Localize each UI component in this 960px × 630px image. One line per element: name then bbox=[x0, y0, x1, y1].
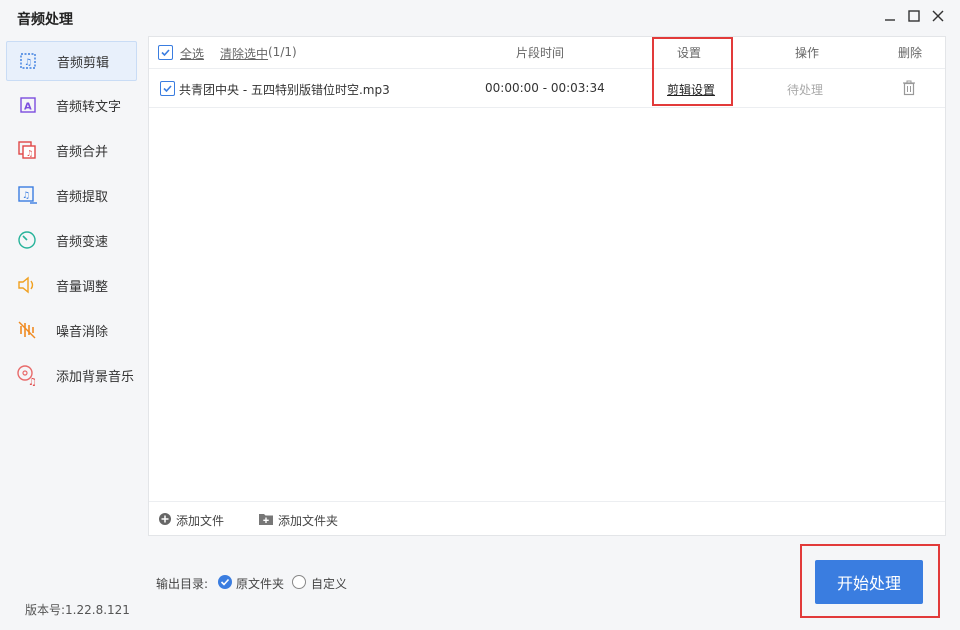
sidebar-item-volume[interactable]: 音量调整 bbox=[6, 266, 135, 304]
table-header: 全选 清除选中 (1/1) 片段时间 设置 操作 删除 bbox=[149, 37, 945, 69]
status-label: 待处理 bbox=[787, 83, 824, 97]
option-original-folder[interactable]: 原文件夹 bbox=[236, 575, 284, 592]
sidebar-item-label: 音频变速 bbox=[56, 235, 109, 250]
select-all-checkbox[interactable] bbox=[158, 45, 173, 60]
sidebar-item-label: 噪音消除 bbox=[56, 325, 109, 340]
check-icon bbox=[220, 578, 230, 586]
sidebar: ♫ 音频剪辑 A 音频转文字 ♫ 音频合并 ♫ 音频提取 音频变速 音量调整 噪… bbox=[0, 36, 146, 630]
row-checkbox[interactable] bbox=[160, 81, 175, 96]
sidebar-item-audio-merge[interactable]: ♫ 音频合并 bbox=[6, 131, 135, 169]
start-processing-button[interactable]: 开始处理 bbox=[815, 560, 923, 604]
trash-icon[interactable] bbox=[902, 80, 916, 96]
sidebar-item-label: 音量调整 bbox=[56, 280, 109, 295]
sidebar-item-label: 音频剪辑 bbox=[57, 56, 110, 71]
add-folder-icon bbox=[259, 514, 273, 525]
file-list-panel: 全选 清除选中 (1/1) 片段时间 设置 操作 删除 共青团中央 - 五四特别… bbox=[148, 36, 946, 536]
cut-settings-link[interactable]: 剪辑设置 bbox=[667, 81, 715, 98]
audio-to-text-icon: A bbox=[20, 97, 36, 113]
sidebar-item-audio-speed[interactable]: 音频变速 bbox=[6, 221, 135, 259]
column-header-operation: 操作 bbox=[795, 46, 820, 60]
check-icon bbox=[161, 49, 170, 57]
app-title: 音频处理 bbox=[17, 12, 73, 28]
panel-toolbar: 添加文件 添加文件夹 bbox=[149, 501, 945, 536]
sidebar-item-label: 音频提取 bbox=[56, 190, 109, 205]
svg-text:♫: ♫ bbox=[22, 191, 30, 201]
minimize-icon[interactable] bbox=[882, 8, 898, 24]
svg-text:A: A bbox=[24, 102, 32, 113]
file-name: 共青团中央 - 五四特别版错位时空.mp3 bbox=[179, 83, 390, 97]
audio-speed-icon bbox=[18, 231, 36, 249]
version-label: 版本号:1.22.8.121 bbox=[25, 603, 130, 617]
background-music-icon: ♫ bbox=[17, 365, 37, 386]
clear-selected-link[interactable]: 清除选中 bbox=[220, 45, 268, 62]
sidebar-item-audio-extract[interactable]: ♫ 音频提取 bbox=[6, 176, 135, 214]
sidebar-item-label: 添加背景音乐 bbox=[56, 370, 135, 385]
close-icon[interactable] bbox=[930, 8, 946, 24]
add-folder-button[interactable]: 添加文件夹 bbox=[278, 512, 338, 529]
sidebar-item-label: 音频转文字 bbox=[56, 100, 122, 115]
noise-removal-icon bbox=[18, 321, 36, 339]
svg-text:♫: ♫ bbox=[24, 58, 32, 68]
selection-count: (1/1) bbox=[268, 45, 297, 59]
column-header-delete: 删除 bbox=[898, 46, 923, 60]
title-bar: 音频处理 bbox=[0, 0, 960, 34]
svg-text:♫: ♫ bbox=[26, 149, 33, 158]
segment-time: 00:00:00 - 00:03:34 bbox=[485, 81, 605, 95]
add-file-button[interactable]: 添加文件 bbox=[176, 512, 224, 529]
radio-custom[interactable] bbox=[292, 575, 306, 589]
output-label: 输出目录: bbox=[156, 577, 209, 591]
add-circle-icon bbox=[159, 513, 171, 525]
audio-merge-icon: ♫ bbox=[18, 141, 36, 159]
radio-original-folder[interactable] bbox=[218, 575, 232, 589]
sidebar-item-audio-to-text[interactable]: A 音频转文字 bbox=[6, 86, 135, 124]
column-header-segment: 片段时间 bbox=[516, 46, 565, 60]
sidebar-item-audio-cut[interactable]: ♫ 音频剪辑 bbox=[6, 41, 137, 81]
svg-text:♫: ♫ bbox=[28, 377, 37, 386]
maximize-icon[interactable] bbox=[906, 8, 922, 24]
audio-cut-icon: ♫ bbox=[20, 53, 36, 69]
sidebar-item-background-music[interactable]: ♫ 添加背景音乐 bbox=[6, 356, 135, 394]
volume-icon bbox=[18, 276, 34, 294]
select-all-link[interactable]: 全选 bbox=[180, 45, 204, 62]
audio-extract-icon: ♫ bbox=[18, 186, 37, 204]
sidebar-item-noise-removal[interactable]: 噪音消除 bbox=[6, 311, 135, 349]
check-icon bbox=[163, 85, 172, 93]
sidebar-item-label: 音频合并 bbox=[56, 145, 109, 160]
column-header-settings: 设置 bbox=[677, 46, 702, 60]
option-custom[interactable]: 自定义 bbox=[311, 575, 347, 592]
table-row[interactable]: 共青团中央 - 五四特别版错位时空.mp3 00:00:00 - 00:03:3… bbox=[149, 69, 945, 108]
